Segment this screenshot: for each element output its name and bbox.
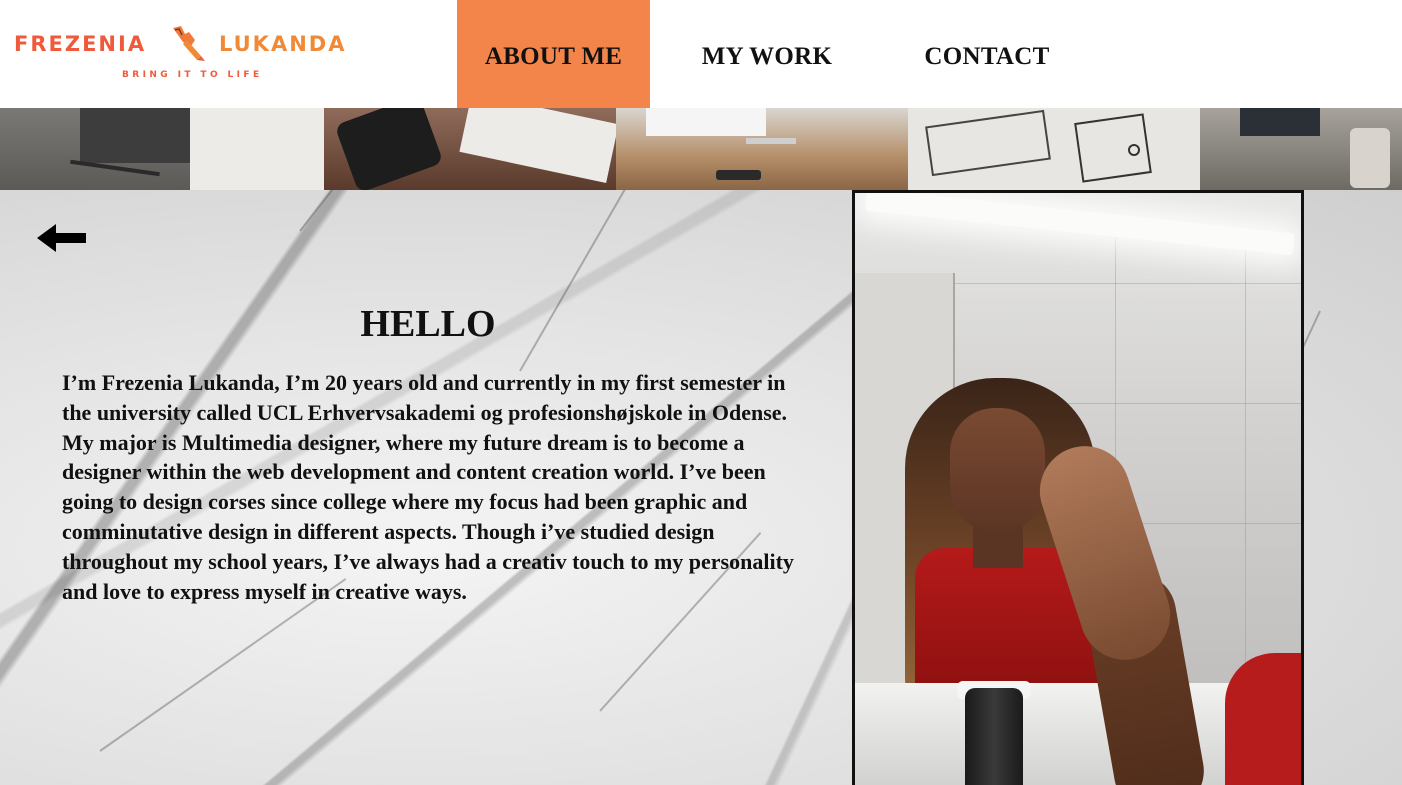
bio-paragraph: I’m Frezenia Lukanda, I’m 20 years old a… xyxy=(62,370,794,604)
nav-my-work[interactable]: MY WORK xyxy=(670,0,864,108)
logo-first-name: FREZENIA xyxy=(14,32,147,56)
profile-photo xyxy=(852,190,1304,785)
logo-last-name: LUKANDA xyxy=(219,32,347,56)
left-arrow-icon[interactable] xyxy=(36,220,88,256)
pencil-hand-icon xyxy=(173,26,205,61)
office-desk-photo xyxy=(1200,108,1402,190)
site-logo[interactable]: FREZENIA LUKANDA BRING IT TO LIFE xyxy=(14,24,364,84)
wireframe-sketch-photo xyxy=(908,108,1200,190)
nav-my-work-label: MY WORK xyxy=(701,43,833,70)
nav-about-me[interactable]: ABOUT ME xyxy=(457,0,650,108)
nav-contact[interactable]: CONTACT xyxy=(890,0,1084,108)
nav-about-me-label: ABOUT ME xyxy=(484,43,623,70)
header-photo-strip xyxy=(0,108,1402,190)
phone-notebook-photo xyxy=(324,108,616,190)
desk-sketch-photo xyxy=(0,108,324,190)
about-section: HELLO I’m Frezenia Lukanda, I’m 20 years… xyxy=(0,190,1402,785)
page-heading: HELLO xyxy=(360,303,496,345)
site-header: FREZENIA LUKANDA BRING IT TO LIFE ABOUT … xyxy=(0,0,1402,108)
workspace-imac-photo xyxy=(616,108,908,190)
logo-tagline: BRING IT TO LIFE xyxy=(122,70,263,80)
nav-contact-label: CONTACT xyxy=(924,43,1050,70)
